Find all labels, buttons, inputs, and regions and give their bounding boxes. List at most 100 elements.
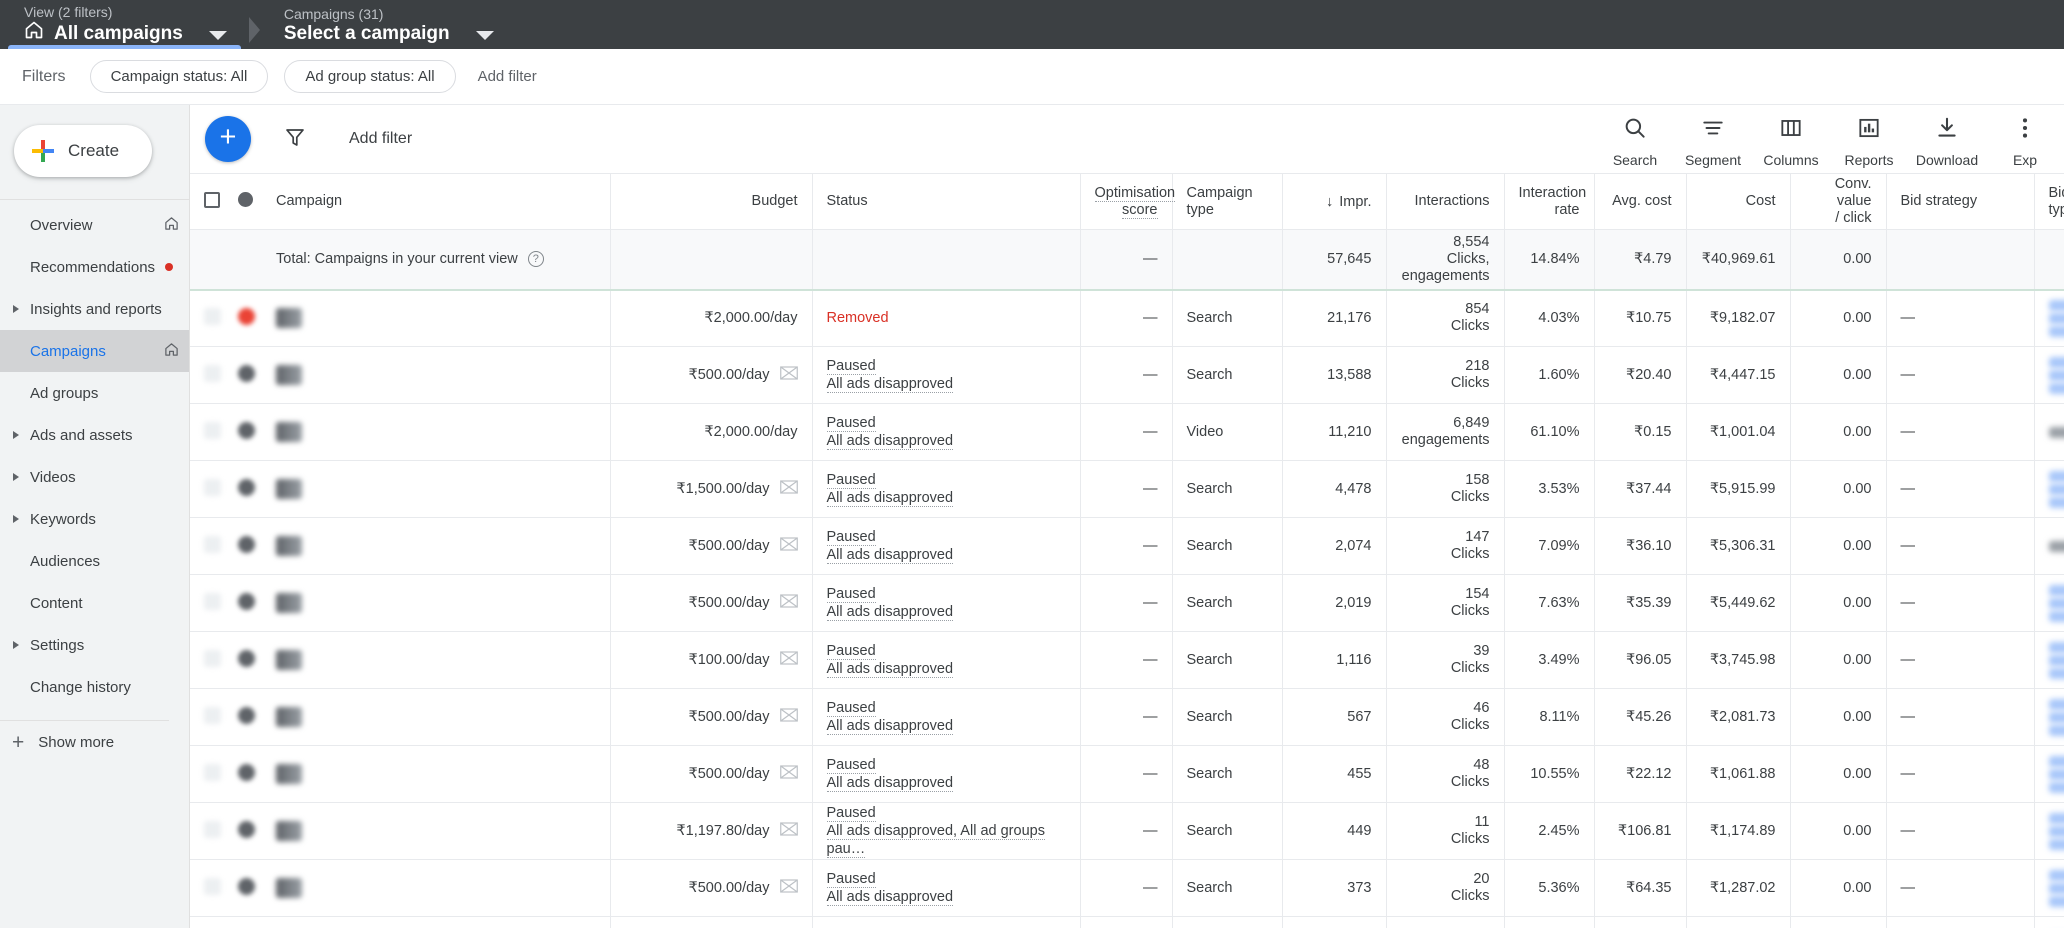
- sidebar-item-recommendations[interactable]: Recommendations: [0, 246, 189, 288]
- sidebar-item-campaigns[interactable]: Campaigns: [0, 330, 189, 372]
- campaign-name-cell[interactable]: [262, 517, 611, 575]
- sidebar-item-content[interactable]: Content: [0, 582, 189, 624]
- row-checkbox-cell[interactable]: [190, 403, 224, 461]
- status-cell[interactable]: Paused All ads disapproved: [812, 517, 1081, 575]
- campaign-name-cell[interactable]: [262, 460, 611, 518]
- status-cell[interactable]: Paused All ads disapproved: [812, 346, 1081, 404]
- sidebar-item-ad-groups[interactable]: Ad groups: [0, 372, 189, 414]
- column-header-interactions[interactable]: Interactions: [1386, 173, 1505, 230]
- budget-cell[interactable]: ₹1,500.00/day: [610, 460, 813, 518]
- campaign-name-cell[interactable]: [262, 745, 611, 803]
- column-header-interaction-rate[interactable]: Interaction rate: [1504, 173, 1595, 230]
- table-row[interactable]: ₹2,000.00/day Removed — Search 21,176 854 Clic…: [190, 289, 2064, 347]
- row-checkbox[interactable]: [204, 763, 221, 781]
- row-checkbox-cell[interactable]: [190, 745, 224, 803]
- row-checkbox-cell[interactable]: [190, 346, 224, 404]
- row-checkbox-cell[interactable]: [190, 460, 224, 518]
- sidebar-item-keywords[interactable]: Keywords: [0, 498, 189, 540]
- sidebar-item-ads-and-assets[interactable]: Ads and assets: [0, 414, 189, 456]
- table-row[interactable]: ₹500.00/day Paused All ads disapproved — Sea…: [190, 859, 2064, 917]
- row-checkbox-cell[interactable]: [190, 289, 224, 347]
- sidebar-item-change-history[interactable]: Change history: [0, 666, 189, 708]
- row-checkbox[interactable]: [204, 478, 221, 496]
- table-row[interactable]: ₹2,687.19/dayAll ads disapproved—Search7…: [190, 916, 2064, 928]
- view-selector[interactable]: View (2 filters) All campaigns: [0, 0, 249, 49]
- status-cell[interactable]: Paused All ads disapproved: [812, 859, 1081, 917]
- campaign-name-cell[interactable]: [262, 859, 611, 917]
- campaign-selector[interactable]: Campaigns (31) Select a campaign: [260, 0, 516, 49]
- sidebar-item-videos[interactable]: Videos: [0, 456, 189, 498]
- budget-cell[interactable]: ₹2,000.00/day: [610, 403, 813, 461]
- show-more-button[interactable]: + Show more: [0, 720, 169, 764]
- filter-icon[interactable]: [283, 125, 307, 154]
- row-checkbox-cell[interactable]: [190, 802, 224, 860]
- status-cell[interactable]: Paused All ads disapproved: [812, 574, 1081, 632]
- campaign-name-cell[interactable]: [262, 916, 611, 928]
- row-checkbox-cell[interactable]: [190, 688, 224, 746]
- toolbar-columns-button[interactable]: Columns: [1752, 111, 1830, 168]
- select-all-checkbox[interactable]: [204, 191, 220, 208]
- sidebar-item-settings[interactable]: Settings: [0, 624, 189, 666]
- table-row[interactable]: ₹500.00/day Paused All ads disapproved — Sea…: [190, 574, 2064, 632]
- status-cell[interactable]: All ads disapproved: [812, 916, 1081, 928]
- column-header-status[interactable]: Status: [812, 173, 1081, 230]
- toolbar-search-button[interactable]: Search: [1596, 111, 1674, 168]
- campaign-name-cell[interactable]: [262, 802, 611, 860]
- toolbar-reports-button[interactable]: Reports: [1830, 111, 1908, 168]
- row-checkbox[interactable]: [204, 364, 221, 382]
- column-header-impressions[interactable]: ↓ Impr.: [1282, 173, 1387, 230]
- toolbar-segment-button[interactable]: Segment: [1674, 111, 1752, 168]
- row-checkbox[interactable]: [204, 820, 221, 838]
- row-checkbox[interactable]: [204, 706, 221, 724]
- budget-cell[interactable]: ₹500.00/day: [610, 346, 813, 404]
- add-filter-link[interactable]: Add filter: [472, 62, 543, 91]
- budget-cell[interactable]: ₹500.00/day: [610, 745, 813, 803]
- sidebar-item-overview[interactable]: Overview: [0, 204, 189, 246]
- campaign-name-cell[interactable]: [262, 403, 611, 461]
- campaigns-table-container[interactable]: Campaign Budget Status Optimisation scor…: [190, 173, 2064, 928]
- status-cell[interactable]: Paused All ads disapproved: [812, 631, 1081, 689]
- toolbar-exp-button[interactable]: Exp: [1986, 111, 2064, 168]
- row-checkbox[interactable]: [204, 535, 221, 553]
- status-cell[interactable]: Paused All ads disapproved: [812, 688, 1081, 746]
- row-checkbox-cell[interactable]: [190, 916, 224, 928]
- budget-cell[interactable]: ₹500.00/day: [610, 859, 813, 917]
- campaign-name-cell[interactable]: [262, 346, 611, 404]
- budget-cell[interactable]: ₹500.00/day: [610, 574, 813, 632]
- column-header-avg-cost[interactable]: Avg. cost: [1594, 173, 1687, 230]
- column-header-bid-strategy[interactable]: Bid strategy: [1886, 173, 2035, 230]
- help-icon[interactable]: ?: [527, 251, 544, 268]
- column-header-campaign-type[interactable]: Campaign type: [1172, 173, 1283, 230]
- sidebar-item-audiences[interactable]: Audiences: [0, 540, 189, 582]
- status-cell[interactable]: Paused All ads disapproved: [812, 745, 1081, 803]
- table-row[interactable]: ₹1,500.00/day Paused All ads disapproved — S…: [190, 460, 2064, 518]
- row-checkbox[interactable]: [204, 649, 221, 667]
- column-header-budget[interactable]: Budget: [610, 173, 813, 230]
- filter-chip-adgroup-status[interactable]: Ad group status: All: [284, 60, 456, 93]
- table-row[interactable]: ₹100.00/day Paused All ads disapproved — Sea…: [190, 631, 2064, 689]
- chevron-down-icon[interactable]: [475, 31, 494, 40]
- budget-cell[interactable]: ₹2,000.00/day: [610, 289, 813, 347]
- column-header-cost[interactable]: Cost: [1686, 173, 1791, 230]
- row-checkbox-cell[interactable]: [190, 859, 224, 917]
- budget-cell[interactable]: ₹500.00/day: [610, 517, 813, 575]
- status-cell[interactable]: Removed: [812, 289, 1081, 347]
- campaign-name-cell[interactable]: [262, 631, 611, 689]
- table-row[interactable]: ₹500.00/day Paused All ads disapproved — Sea…: [190, 745, 2064, 803]
- status-cell[interactable]: Paused All ads disapproved: [812, 460, 1081, 518]
- campaign-name-cell[interactable]: [262, 688, 611, 746]
- row-checkbox[interactable]: [204, 592, 221, 610]
- chevron-down-icon[interactable]: [208, 31, 227, 40]
- row-checkbox-cell[interactable]: [190, 631, 224, 689]
- table-row[interactable]: ₹500.00/day Paused All ads disapproved — Sea…: [190, 346, 2064, 404]
- table-row[interactable]: ₹500.00/day Paused All ads disapproved — Sea…: [190, 688, 2064, 746]
- row-checkbox[interactable]: [204, 307, 221, 325]
- column-header-campaign[interactable]: Campaign: [262, 173, 611, 230]
- campaign-name-cell[interactable]: [262, 289, 611, 347]
- row-checkbox-cell[interactable]: [190, 517, 224, 575]
- row-checkbox[interactable]: [204, 421, 221, 439]
- budget-cell[interactable]: ₹100.00/day: [610, 631, 813, 689]
- create-button[interactable]: Create: [14, 125, 152, 177]
- status-cell[interactable]: Paused All ads disapproved: [812, 403, 1081, 461]
- row-checkbox-cell[interactable]: [190, 574, 224, 632]
